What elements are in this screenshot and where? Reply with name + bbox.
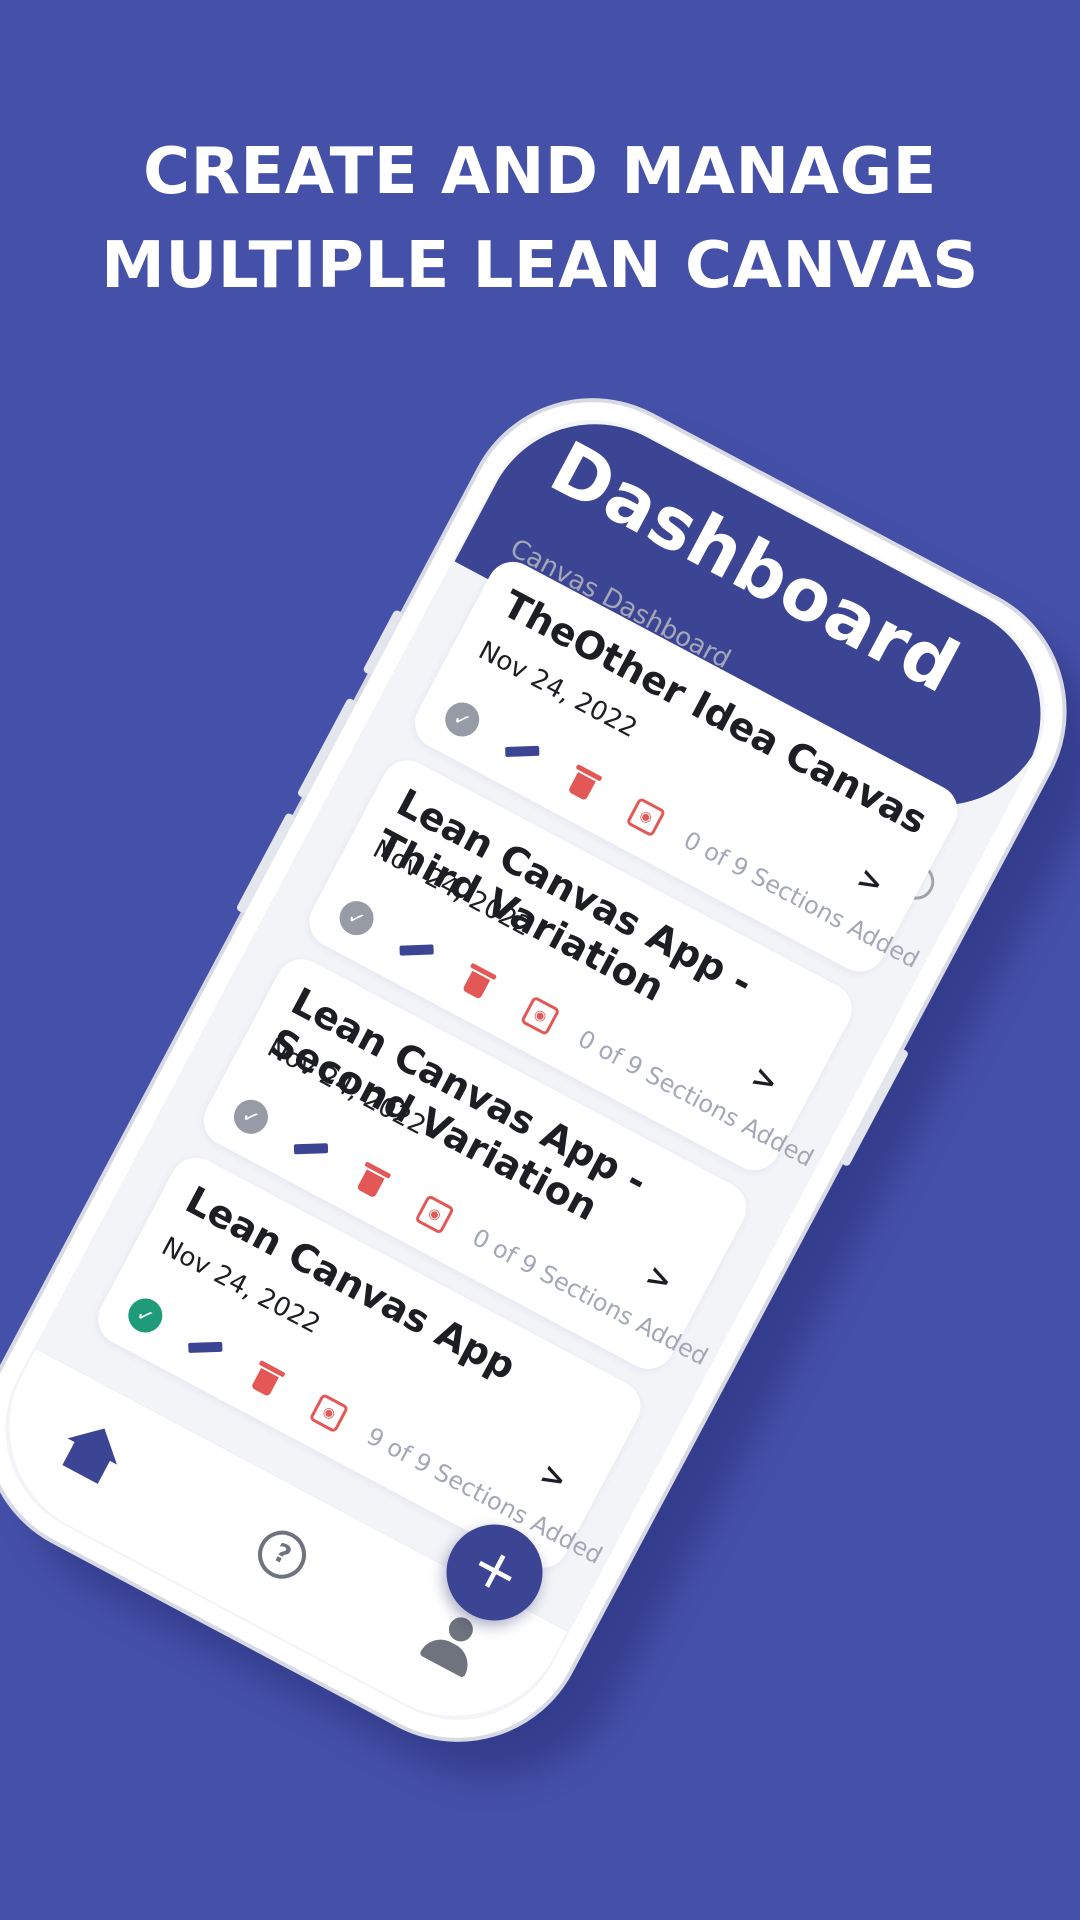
chevron-right-icon[interactable]: > xyxy=(534,1456,573,1499)
trash-icon[interactable] xyxy=(460,962,497,1002)
pencil-icon[interactable] xyxy=(399,944,434,956)
check-circle-icon[interactable]: ✓ xyxy=(333,895,380,942)
trash-icon[interactable] xyxy=(249,1359,286,1399)
chevron-right-icon[interactable]: > xyxy=(851,860,890,903)
eye-icon[interactable]: ◉ xyxy=(625,796,667,838)
trash-icon[interactable] xyxy=(566,763,603,803)
eye-icon[interactable]: ◉ xyxy=(308,1392,350,1434)
eye-icon[interactable]: ◉ xyxy=(519,995,561,1037)
home-icon[interactable] xyxy=(53,1415,130,1491)
check-circle-icon[interactable]: ✓ xyxy=(439,696,486,743)
headline-line-1: CREATE AND MANAGE xyxy=(143,135,937,209)
promo-headline: CREATE AND MANAGE MULTIPLE LEAN CANVAS xyxy=(0,125,1080,313)
pencil-icon[interactable] xyxy=(293,1143,329,1155)
trash-icon[interactable] xyxy=(354,1161,392,1200)
pencil-icon[interactable] xyxy=(188,1341,223,1353)
check-circle-icon[interactable]: ✓ xyxy=(227,1093,274,1140)
headline-line-2: MULTIPLE LEAN CANVAS xyxy=(101,229,979,303)
eye-icon[interactable]: ◉ xyxy=(414,1194,455,1235)
help-icon[interactable]: ? xyxy=(249,1522,315,1588)
pencil-icon[interactable] xyxy=(505,745,540,758)
check-circle-icon[interactable]: ✓ xyxy=(122,1292,169,1339)
